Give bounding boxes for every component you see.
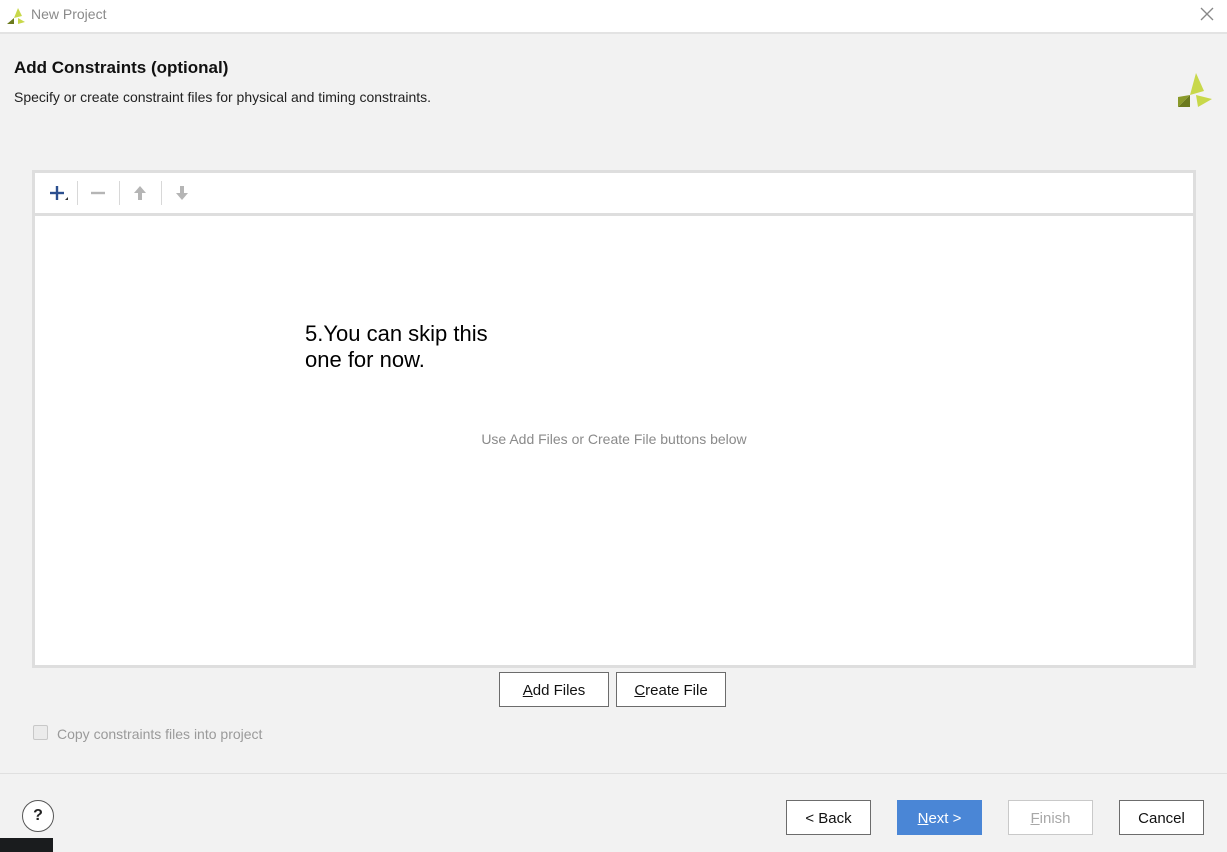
toolbar-separator	[77, 181, 78, 205]
create-file-button[interactable]: Create File	[616, 672, 726, 707]
button-label: reate File	[645, 682, 708, 699]
annotation-line: one for now.	[305, 347, 425, 372]
new-project-dialog: New Project Add Constraints (optional) S…	[0, 0, 1227, 852]
page-subtitle: Specify or create constraint files for p…	[14, 89, 432, 105]
annotation-line: 5.You can skip this	[305, 321, 488, 346]
button-label: dd Files	[532, 682, 586, 699]
close-icon[interactable]	[1199, 6, 1215, 22]
copy-constraints-label: Copy constraints files into project	[57, 726, 263, 742]
file-toolbar	[35, 173, 1193, 216]
cancel-button[interactable]: Cancel	[1119, 800, 1204, 835]
constraints-file-panel: 5.You can skip this one for now. Use Add…	[32, 170, 1196, 668]
button-label: inish	[1039, 810, 1071, 827]
button-label: ext >	[928, 810, 962, 827]
back-button[interactable]: < Back	[786, 800, 871, 835]
toolbar-separator	[119, 181, 120, 205]
move-up-icon[interactable]	[128, 181, 152, 205]
add-files-button[interactable]: Add Files	[499, 672, 609, 707]
taskbar-fragment	[0, 838, 53, 852]
mnemonic: A	[522, 682, 533, 699]
window-title: New Project	[31, 6, 107, 22]
mnemonic: F	[1030, 810, 1040, 827]
vivado-brand-logo-icon	[1178, 73, 1212, 107]
tutorial-annotation: 5.You can skip this one for now.	[305, 321, 565, 373]
title-bar: New Project	[0, 0, 1227, 34]
footer-divider	[0, 773, 1227, 774]
move-down-icon[interactable]	[170, 181, 194, 205]
page-title: Add Constraints (optional)	[14, 58, 229, 77]
help-button[interactable]: ?	[22, 800, 54, 832]
mnemonic: N	[917, 810, 929, 827]
mnemonic: C	[634, 682, 646, 699]
toolbar-separator	[161, 181, 162, 205]
vivado-logo-icon	[7, 8, 25, 24]
add-icon[interactable]	[45, 181, 69, 205]
finish-button[interactable]: Finish	[1008, 800, 1093, 835]
empty-list-hint: Use Add Files or Create File buttons bel…	[481, 431, 747, 447]
copy-constraints-checkbox[interactable]	[33, 725, 48, 740]
remove-icon[interactable]	[86, 181, 110, 205]
next-button[interactable]: Next >	[897, 800, 982, 835]
